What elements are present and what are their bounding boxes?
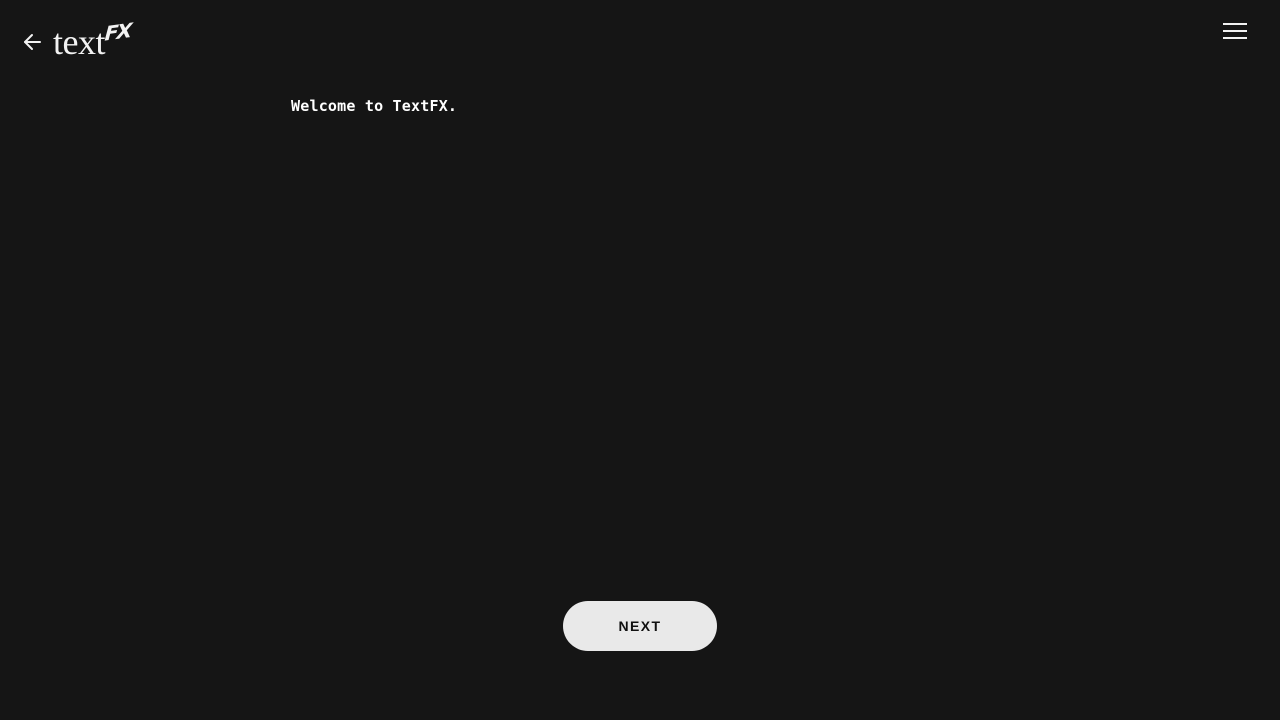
welcome-message: Welcome to TextFX. — [291, 97, 458, 115]
back-button[interactable] — [20, 30, 44, 54]
menu-line — [1223, 23, 1247, 25]
menu-line — [1223, 37, 1247, 39]
arrow-left-icon — [22, 32, 42, 52]
logo-fx-mark: FX — [103, 18, 132, 46]
next-button[interactable]: NEXT — [563, 601, 717, 651]
menu-line — [1223, 30, 1247, 32]
menu-button[interactable] — [1221, 20, 1249, 42]
logo-wordmark: text — [53, 22, 105, 62]
hamburger-menu-icon — [1221, 23, 1249, 39]
app-page: text FX Welcome to TextFX. NEXT — [0, 0, 1280, 720]
textfx-logo[interactable]: text FX — [53, 18, 132, 62]
